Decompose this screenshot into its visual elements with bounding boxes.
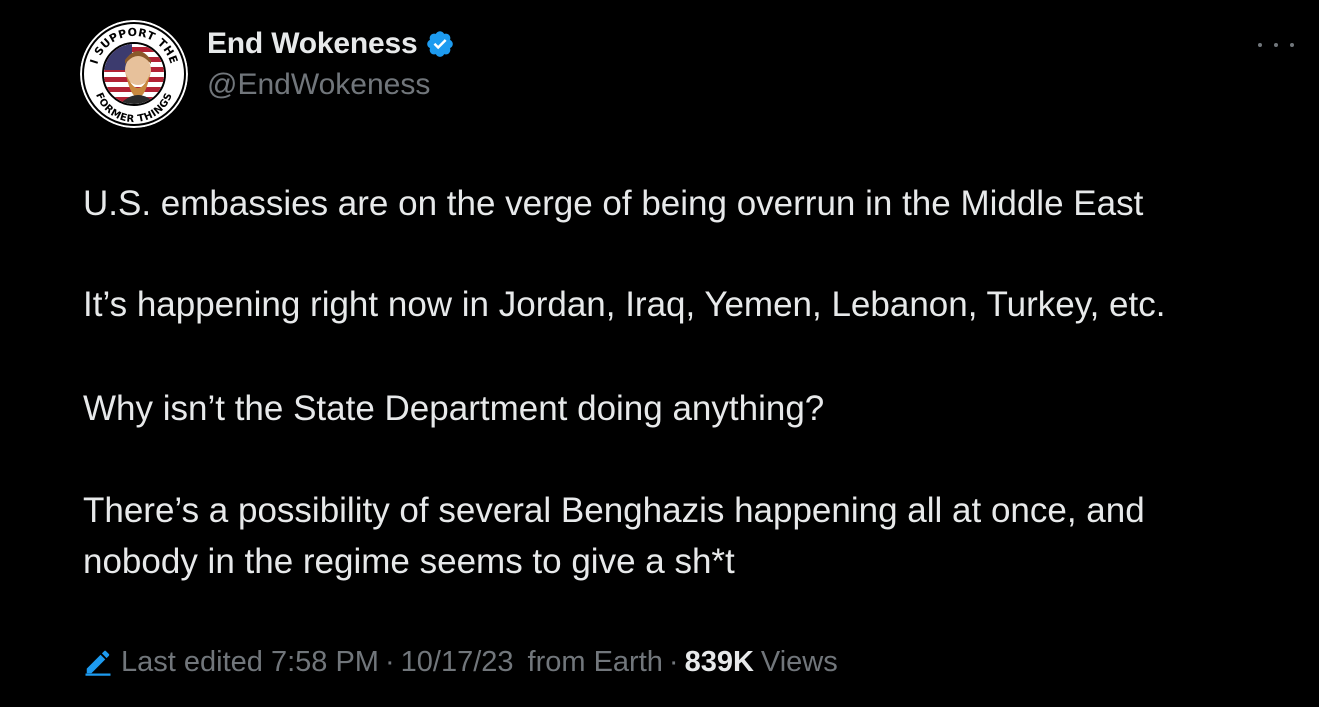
meta-separator: · bbox=[668, 645, 679, 678]
more-dot bbox=[1258, 43, 1262, 47]
tweet-paragraph-line: There’s a possibility of several Benghaz… bbox=[83, 491, 1145, 530]
more-options-icon[interactable] bbox=[1258, 30, 1294, 60]
tweet-paragraph-line: nobody in the regime seems to give a sh*… bbox=[83, 542, 735, 581]
meta-separator: · bbox=[384, 645, 395, 678]
tweet-card: I SUPPORT THE FORMER THINGS End Wokeness… bbox=[0, 0, 1319, 707]
tweet-meta: Last edited 7:58 PM · 10/17/23 from Eart… bbox=[83, 643, 838, 681]
tweet-paragraph: U.S. embassies are on the verge of being… bbox=[83, 184, 1144, 223]
tweet-location: from Earth bbox=[527, 645, 663, 678]
views-count[interactable]: 839K bbox=[685, 646, 754, 679]
verified-badge-icon[interactable] bbox=[425, 29, 455, 59]
avatar-image: I SUPPORT THE FORMER THINGS bbox=[80, 20, 188, 128]
more-dot bbox=[1274, 43, 1278, 47]
tweet-date[interactable]: 10/17/23 bbox=[401, 646, 514, 679]
last-edited-link[interactable]: Last edited 7:58 PM bbox=[121, 646, 379, 679]
author-handle[interactable]: @EndWokeness bbox=[207, 68, 430, 102]
edit-pencil-icon[interactable] bbox=[83, 647, 113, 677]
views-label: Views bbox=[760, 645, 838, 678]
more-dot bbox=[1290, 43, 1294, 47]
author-name-row: End Wokeness bbox=[207, 27, 455, 61]
author-display-name[interactable]: End Wokeness bbox=[207, 27, 418, 61]
tweet-paragraph: It’s happening right now in Jordan, Iraq… bbox=[83, 285, 1166, 324]
tweet-paragraph: There’s a possibility of several Benghaz… bbox=[83, 485, 1283, 587]
avatar[interactable]: I SUPPORT THE FORMER THINGS bbox=[80, 20, 188, 128]
tweet-paragraph: Why isn’t the State Department doing any… bbox=[83, 389, 825, 428]
